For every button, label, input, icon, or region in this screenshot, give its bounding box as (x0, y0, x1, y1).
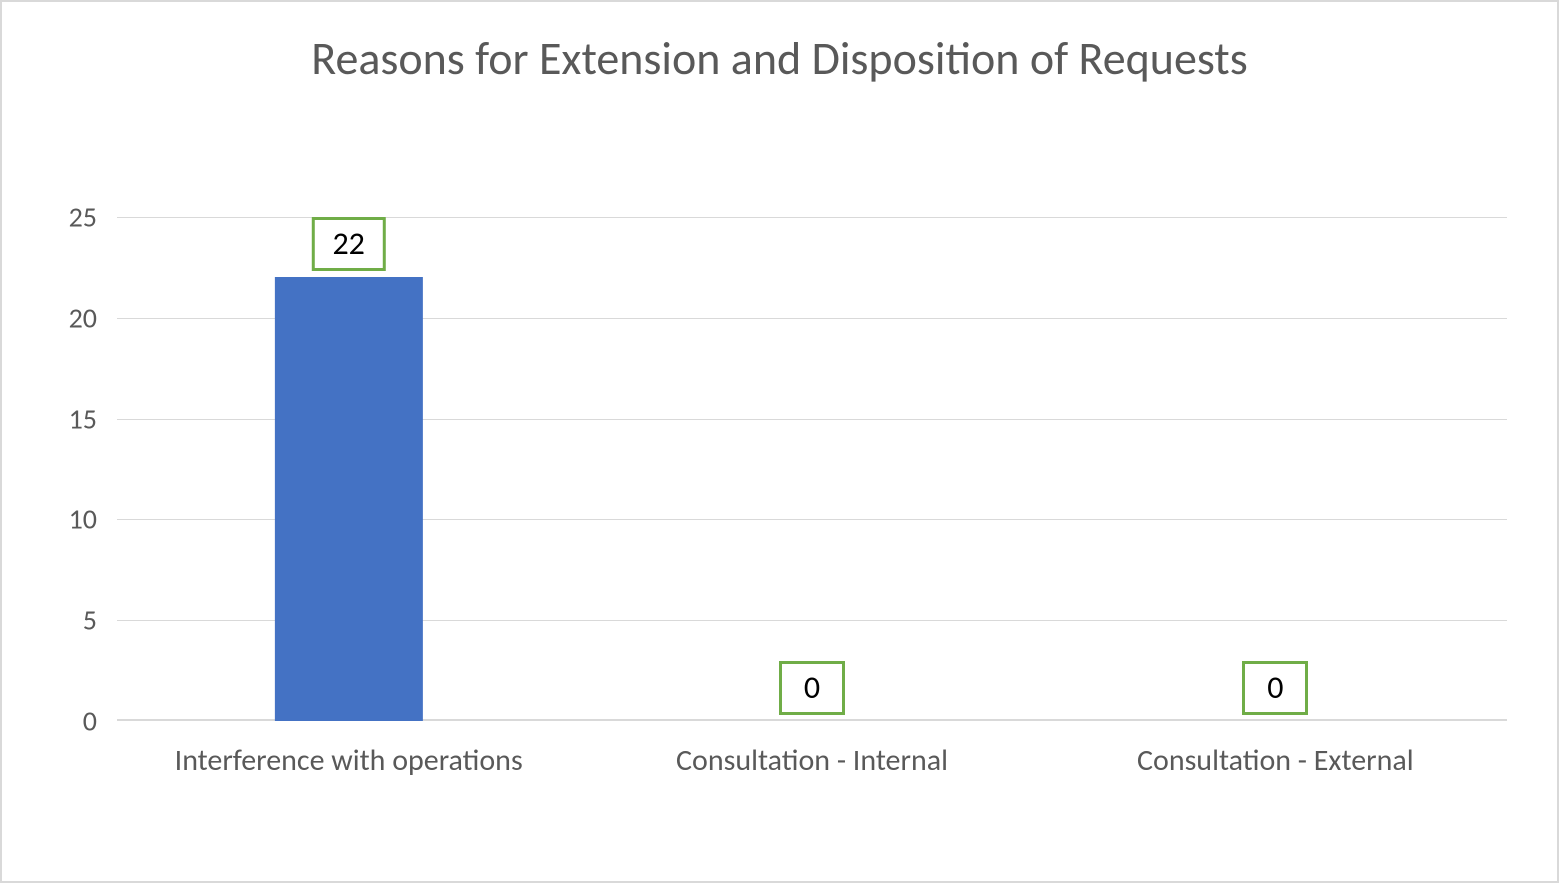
y-axis-tick: 10 (42, 502, 107, 537)
data-label: 0 (1242, 661, 1308, 715)
bar-slot: 0 (580, 217, 1043, 721)
data-label: 22 (311, 217, 385, 271)
x-axis-category-label: Interference with operations (117, 741, 580, 780)
y-axis-tick: 5 (42, 603, 107, 638)
bar-slot: 22 (117, 217, 580, 721)
bar-slot: 0 (1044, 217, 1507, 721)
y-axis-tick: 25 (42, 200, 107, 235)
y-axis-tick: 15 (42, 401, 107, 436)
bar (275, 277, 423, 721)
chart-frame: Reasons for Extension and Disposition of… (0, 0, 1559, 883)
chart-title: Reasons for Extension and Disposition of… (2, 2, 1557, 97)
plot-area: 22 0 0 (117, 217, 1507, 721)
x-axis-category-label: Consultation - Internal (580, 741, 1043, 780)
x-axis-category-label: Consultation - External (1044, 741, 1507, 780)
plot-container: 0510152025 22 0 0 Interference with operat… (52, 217, 1507, 841)
y-axis-tick: 0 (42, 704, 107, 739)
y-axis-tick: 20 (42, 300, 107, 335)
data-label: 0 (779, 661, 845, 715)
x-axis-labels: Interference with operationsConsultation… (117, 731, 1507, 841)
y-axis: 0510152025 (52, 217, 107, 721)
